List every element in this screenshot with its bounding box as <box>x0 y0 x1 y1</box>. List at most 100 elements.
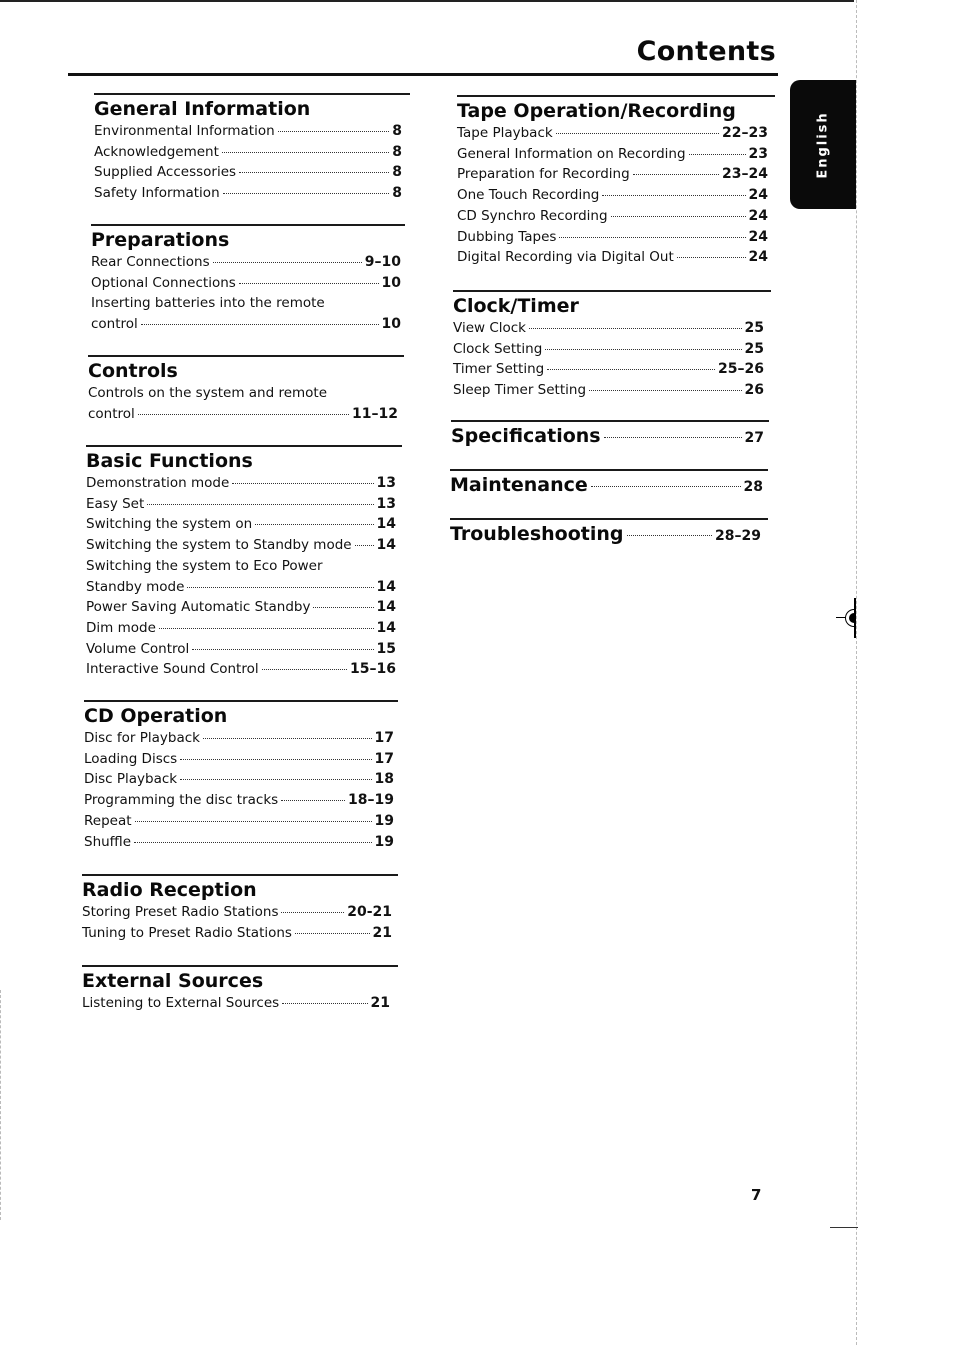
dot-leader <box>180 758 372 760</box>
toc-entry[interactable]: Timer Setting 25–26 <box>453 359 764 380</box>
entry-label: Loading Discs <box>84 750 178 767</box>
toc-entry[interactable]: Interactive Sound Control 15–16 <box>86 659 396 680</box>
page-ref: 23–24 <box>722 166 768 183</box>
entry-label: Switching the system on <box>86 516 253 533</box>
entry-label: Volume Control <box>86 640 190 657</box>
entry-list: Disc for Playback 17 Loading Discs 17 Disc P… <box>84 728 394 852</box>
toc-entry[interactable]: One Touch Recording 24 <box>457 185 768 206</box>
dot-leader <box>261 669 348 671</box>
page-ref: 18 <box>374 771 394 788</box>
page-ref: 21 <box>372 924 392 941</box>
entry-list: Listening to External Sources 21 <box>82 993 390 1014</box>
entry-label: View Clock <box>453 320 527 336</box>
dot-leader <box>589 390 742 392</box>
dot-leader <box>632 174 720 176</box>
entry-label-line: Switching the system to Eco Power <box>86 556 396 577</box>
dot-leader <box>147 503 374 505</box>
toc-entry[interactable]: View Clock 25 <box>453 318 764 339</box>
section-rule <box>91 224 405 226</box>
section-heading: Troubleshooting <box>450 523 624 545</box>
toc-entry[interactable]: Digital Recording via Digital Out 24 <box>457 247 768 268</box>
toc-entry[interactable]: Disc Playback 18 <box>84 769 394 790</box>
page-ref: 25 <box>744 320 764 336</box>
dot-leader <box>222 193 390 195</box>
toc-entry[interactable]: Preparation for Recording 23–24 <box>457 164 768 185</box>
toc-entry[interactable]: Loading Discs 17 <box>84 749 394 770</box>
toc-entry[interactable]: Environmental Information 8 <box>94 121 402 142</box>
section-heading: External Sources <box>82 970 264 992</box>
dot-leader <box>545 348 742 350</box>
entry-label-line: Inserting batteries into the remote <box>91 293 401 314</box>
page-ref: 24 <box>748 207 768 224</box>
entry-label: Dubbing Tapes <box>457 228 557 245</box>
toc-entry[interactable]: Sleep Timer Setting 26 <box>453 380 764 401</box>
dot-leader <box>232 483 374 484</box>
page-ref: 8 <box>392 185 402 202</box>
page-ref: 19 <box>374 812 394 829</box>
toc-entry[interactable]: Optional Connections 10 <box>91 273 401 294</box>
section-troubleshooting: Troubleshooting 28–29 <box>450 518 768 546</box>
entry-label: Standby mode <box>86 578 185 595</box>
dot-leader <box>559 236 746 238</box>
toc-entry[interactable]: Dim mode 14 <box>86 618 396 639</box>
dot-leader <box>238 282 379 284</box>
entry-label: Shuffle <box>84 833 132 850</box>
page-ref: 26 <box>744 382 764 399</box>
toc-entry[interactable]: Demonstration mode 13 <box>86 473 396 494</box>
dot-leader <box>282 1003 368 1004</box>
entry-label: CD Synchro Recording <box>457 207 608 224</box>
entry-label: Rear Connections <box>91 254 210 270</box>
toc-entry[interactable]: control 10 <box>91 314 401 335</box>
section-rule <box>453 290 771 292</box>
page-ref: 14 <box>376 578 396 595</box>
entry-label: Timer Setting <box>453 361 545 378</box>
entry-label: control <box>91 316 138 333</box>
entry-label: Programming the disc tracks <box>84 792 279 809</box>
entry-label: Sleep Timer Setting <box>453 382 587 399</box>
entry-label: Storing Preset Radio Stations <box>82 904 279 920</box>
page-title: Contents <box>636 36 776 67</box>
toc-entry[interactable]: Supplied Accessories 8 <box>94 162 402 183</box>
section-preparations: Preparations Rear Connections 9–10 Optiona… <box>91 224 405 335</box>
dot-leader <box>688 153 746 155</box>
toc-entry[interactable]: Easy Set 13 <box>86 494 396 515</box>
entry-label: Preparation for Recording <box>457 166 630 183</box>
toc-entry[interactable]: Power Saving Automatic Standby 14 <box>86 597 396 618</box>
toc-entry[interactable]: Programming the disc tracks 18–19 <box>84 790 394 811</box>
entry-label: Tuning to Preset Radio Stations <box>82 924 292 941</box>
toc-entry[interactable]: Rear Connections 9–10 <box>91 252 401 273</box>
entry-label: Safety Information <box>94 185 220 202</box>
entry-label: General Information on Recording <box>457 145 686 162</box>
page-ref: 25 <box>744 340 764 357</box>
toc-entry[interactable]: Acknowledgement 8 <box>94 142 402 163</box>
toc-entry[interactable]: Tuning to Preset Radio Stations 21 <box>82 923 392 944</box>
entry-label: Demonstration mode <box>86 475 230 491</box>
dot-leader <box>134 841 372 843</box>
toc-entry[interactable]: Dubbing Tapes 24 <box>457 227 768 248</box>
toc-entry[interactable]: Switching the system on 14 <box>86 514 396 535</box>
section-heading: Radio Reception <box>82 879 257 901</box>
toc-entry[interactable]: Disc for Playback 17 <box>84 728 394 749</box>
entry-label: Dim mode <box>86 619 156 636</box>
toc-entry[interactable]: Tape Playback 22–23 <box>457 123 768 144</box>
toc-entry[interactable]: Shuffle 19 <box>84 832 394 853</box>
toc-entry[interactable]: Switching the system to Standby mode 14 <box>86 535 396 556</box>
toc-entry[interactable]: Safety Information 8 <box>94 183 402 204</box>
dot-leader <box>313 607 374 609</box>
dot-leader <box>277 131 390 132</box>
toc-entry[interactable]: Standby mode 14 <box>86 577 396 598</box>
toc-entry[interactable]: Clock Setting 25 <box>453 339 764 360</box>
page-ref: 9–10 <box>364 254 401 270</box>
page-ref: 14 <box>376 619 396 636</box>
toc-entry[interactable]: Repeat 19 <box>84 811 394 832</box>
toc-entry[interactable]: control 11–12 <box>88 404 398 425</box>
toc-entry[interactable]: Volume Control 15 <box>86 639 396 660</box>
section-heading: Specifications <box>451 425 601 447</box>
page-ref: 8 <box>392 123 402 139</box>
dot-leader <box>676 257 746 259</box>
toc-entry[interactable]: General Information on Recording 23 <box>457 144 768 165</box>
section-rule <box>450 518 768 520</box>
toc-entry[interactable]: CD Synchro Recording 24 <box>457 206 768 227</box>
toc-entry[interactable]: Listening to External Sources 21 <box>82 993 390 1014</box>
toc-entry[interactable]: Storing Preset Radio Stations 20-21 <box>82 902 392 923</box>
